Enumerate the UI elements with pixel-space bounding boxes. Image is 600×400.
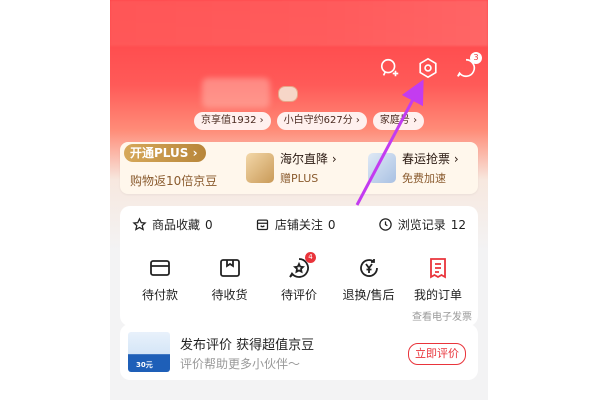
view-e-invoice-link[interactable]: 查看电子发票: [412, 308, 472, 323]
chip-credit-score[interactable]: 小白守约627分 ›: [276, 112, 367, 130]
promo-haier-sub: 赠PLUS: [280, 172, 319, 185]
stat-store-follow[interactable]: 店铺关注 0: [255, 216, 336, 233]
review-promo-title: 发布评价 获得超值京豆: [180, 338, 315, 353]
status-bar-blurred: [110, 0, 488, 46]
stat-store-follow-count: 0: [327, 217, 336, 232]
review-promo-card[interactable]: 30元 发布评价 获得超值京豆 评价帮助更多小伙伴～ 立即评价: [120, 324, 478, 380]
add-friend-button[interactable]: [378, 56, 402, 80]
chip-family-account[interactable]: 家庭号 ›: [372, 112, 425, 130]
promo-train-tickets[interactable]: 春运抢票 › 免费加速: [368, 150, 459, 186]
account-chips: 京享值1932 › 小白守约627分 › 家庭号 ›: [194, 112, 425, 130]
order-pending-payment[interactable]: 待付款: [126, 256, 194, 303]
promo-haier[interactable]: 海尔直降 › 赠PLUS: [246, 150, 337, 186]
settings-button[interactable]: [416, 56, 440, 80]
order-pending-review[interactable]: 4 待评价: [265, 252, 333, 303]
promo-haier-title: 海尔直降 ›: [280, 152, 337, 166]
stat-history[interactable]: 浏览记录 12: [378, 216, 466, 233]
stat-favorites-label: 商品收藏: [152, 218, 201, 232]
order-all[interactable]: 我的订单: [404, 256, 472, 303]
add-person-icon: [380, 58, 399, 77]
order-pending-receipt-label: 待收货: [211, 288, 248, 302]
plus-subtitle: 购物返10倍京豆: [130, 174, 218, 188]
review-now-button[interactable]: 立即评价: [408, 343, 466, 365]
star-icon: [132, 217, 147, 231]
stat-history-count: 12: [450, 217, 466, 232]
stat-favorites[interactable]: 商品收藏 0: [132, 216, 213, 233]
refund-icon: [359, 259, 378, 277]
haier-product-image: [246, 153, 274, 183]
top-icons: 3: [378, 52, 482, 80]
stat-favorites-count: 0: [205, 217, 213, 232]
package-icon: [219, 259, 240, 277]
stat-history-label: 浏览记录: [397, 218, 446, 232]
username-blurred: [202, 78, 270, 108]
order-pending-receipt[interactable]: 待收货: [196, 256, 264, 303]
stat-store-follow-label: 店铺关注: [274, 218, 323, 232]
chip-jingxiang-value[interactable]: 京享值1932 ›: [194, 112, 271, 130]
message-count-badge: 3: [470, 52, 482, 64]
review-promo-subtitle: 评价帮助更多小伙伴～: [180, 357, 301, 371]
order-status-row: 待付款 待收货 4 待评价 退换/售后 我的订单: [126, 252, 472, 303]
wallet-icon: [150, 260, 170, 276]
order-all-label: 我的订单: [413, 288, 462, 302]
pending-review-badge: 4: [305, 252, 316, 263]
promo-train-title: 春运抢票 ›: [402, 152, 459, 166]
level-badge: [278, 86, 298, 102]
phone-screen: 3 京享值1932 › 小白守约627分 › 家庭号 › 开通PLUS › 购物…: [110, 0, 488, 400]
plus-membership-card[interactable]: 开通PLUS › 购物返10倍京豆 海尔直降 › 赠PLUS 春运抢票 › 免费…: [120, 142, 478, 194]
gear-icon: [419, 57, 437, 79]
stats-row: 商品收藏 0 店铺关注 0 浏览记录 12: [132, 216, 466, 233]
order-returns[interactable]: 退换/售后: [335, 256, 403, 303]
order-pending-review-label: 待评价: [280, 288, 317, 302]
review-promo-image-amount: 30元: [136, 361, 153, 369]
orders-card: 商品收藏 0 店铺关注 0 浏览记录 12 待付款 待收货 4 待评价 退换/售…: [120, 206, 478, 326]
clock-icon: [378, 218, 392, 231]
order-pending-payment-label: 待付款: [141, 288, 178, 302]
review-promo-image: 30元: [128, 332, 170, 372]
messages-button[interactable]: 3: [454, 52, 482, 80]
order-list-icon: [430, 258, 446, 279]
promo-train-sub: 免费加速: [402, 172, 446, 185]
open-plus-tag[interactable]: 开通PLUS ›: [124, 144, 206, 162]
train-ticket-image: [368, 153, 396, 183]
store-icon: [256, 219, 268, 231]
order-returns-label: 退换/售后: [342, 288, 395, 302]
